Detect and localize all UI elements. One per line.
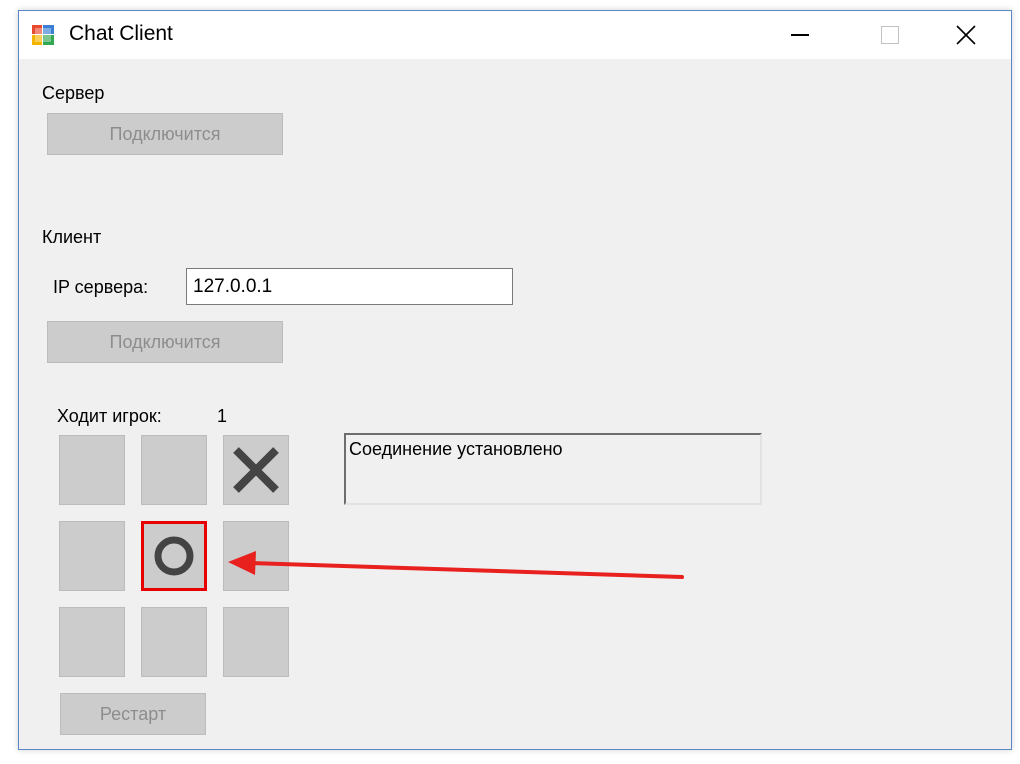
- annotation-arrow-icon: [228, 551, 684, 579]
